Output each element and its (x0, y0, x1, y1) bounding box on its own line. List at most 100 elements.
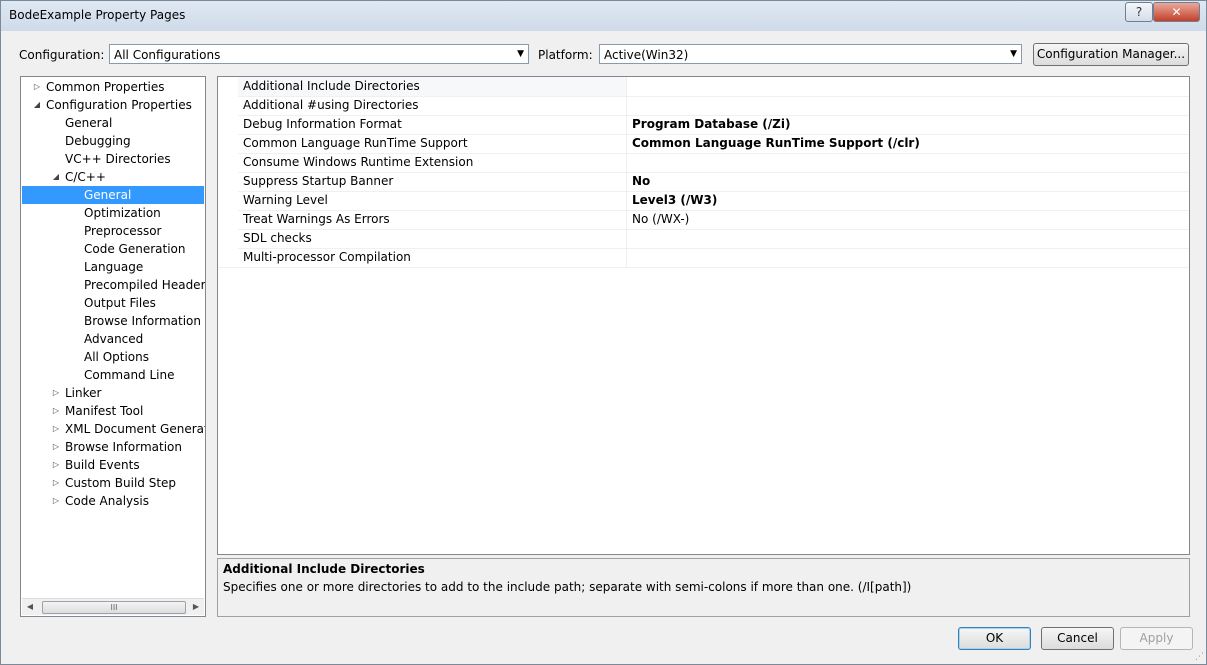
tree-item[interactable]: ◢ Configuration Properties (21, 96, 205, 114)
tree-item[interactable]: ▷ XML Document Generator (21, 420, 205, 438)
configuration-manager-label: Configuration Manager... (1036, 47, 1186, 61)
scroll-thumb-grip: III (110, 603, 118, 612)
platform-value: Active(Win32) (604, 48, 689, 62)
property-value[interactable] (628, 153, 1188, 172)
property-row[interactable]: Debug Information Format Program Database… (218, 115, 1189, 135)
tree-item-label: Precompiled Headers (84, 278, 206, 292)
property-name[interactable]: Warning Level (238, 191, 627, 210)
tree-item[interactable]: Language (21, 258, 205, 276)
property-row[interactable]: Additional #using Directories (218, 96, 1189, 116)
tree-item[interactable]: ▷ Manifest Tool (21, 402, 205, 420)
ok-button[interactable]: OK (958, 627, 1031, 650)
tree-item[interactable]: Advanced (21, 330, 205, 348)
row-gutter (218, 115, 238, 134)
property-value[interactable] (628, 229, 1188, 248)
row-gutter (218, 248, 238, 267)
property-value[interactable] (628, 248, 1188, 267)
property-name[interactable]: SDL checks (238, 229, 627, 248)
tree-horizontal-scrollbar[interactable]: ◀ III ▶ (22, 598, 204, 615)
tree-item[interactable]: ▷ Browse Information (21, 438, 205, 456)
property-value[interactable]: No (/WX-) (628, 210, 1188, 229)
tree-item-label: Custom Build Step (65, 476, 177, 490)
expand-arrow-icon[interactable]: ▷ (51, 420, 61, 438)
tree-item[interactable]: ▷ Build Events (21, 456, 205, 474)
tree-item[interactable]: VC++ Directories (21, 150, 205, 168)
configuration-dropdown[interactable]: All Configurations ▼ (109, 44, 529, 64)
close-button[interactable]: ✕ (1153, 2, 1200, 22)
cancel-button[interactable]: Cancel (1041, 627, 1114, 650)
property-value[interactable]: No (628, 172, 1188, 191)
property-row[interactable]: Multi-processor Compilation (218, 248, 1189, 268)
help-button[interactable]: ? (1125, 2, 1153, 22)
tree-item[interactable]: Preprocessor (21, 222, 205, 240)
row-gutter (218, 210, 238, 229)
description-text: Specifies one or more directories to add… (223, 580, 912, 594)
tree-item[interactable]: Debugging (21, 132, 205, 150)
property-row[interactable]: Treat Warnings As Errors No (/WX-) (218, 210, 1189, 230)
property-value[interactable]: Common Language RunTime Support (/clr) (628, 134, 1188, 153)
tree-item[interactable]: Precompiled Headers (21, 276, 205, 294)
property-name[interactable]: Multi-processor Compilation (238, 248, 627, 267)
scroll-left-icon[interactable]: ◀ (22, 599, 38, 615)
property-row[interactable]: Suppress Startup Banner No (218, 172, 1189, 192)
expand-arrow-icon[interactable]: ▷ (51, 456, 61, 474)
expand-arrow-icon[interactable]: ▷ (32, 78, 42, 96)
tree-item-label: All Options (84, 350, 149, 364)
tree-item[interactable]: ▷ Custom Build Step (21, 474, 205, 492)
property-name[interactable]: Consume Windows Runtime Extension (238, 153, 627, 172)
property-name[interactable]: Treat Warnings As Errors (238, 210, 627, 229)
tree-item[interactable]: General (22, 186, 204, 204)
property-grid[interactable]: Additional Include Directories Additional… (217, 76, 1190, 555)
tree-item-label: Optimization (84, 206, 161, 220)
scroll-thumb[interactable]: III (42, 601, 186, 614)
row-gutter (218, 172, 238, 191)
scroll-right-icon[interactable]: ▶ (188, 599, 204, 615)
tree-item[interactable]: Output Files (21, 294, 205, 312)
expand-arrow-icon[interactable]: ▷ (51, 492, 61, 510)
tree-item[interactable]: Browse Information (21, 312, 205, 330)
property-value[interactable]: Program Database (/Zi) (628, 115, 1188, 134)
expand-arrow-icon[interactable]: ▷ (51, 438, 61, 456)
configuration-manager-button[interactable]: Configuration Manager... (1033, 43, 1189, 66)
tree-item[interactable]: ▷ Common Properties (21, 78, 205, 96)
platform-dropdown[interactable]: Active(Win32) ▼ (599, 44, 1022, 64)
property-value[interactable] (628, 77, 1188, 96)
property-tree[interactable]: ◀ III ▶ ▷ Common Properties ◢ Configuration… (20, 76, 206, 617)
expand-arrow-icon[interactable]: ▷ (51, 474, 61, 492)
property-name[interactable]: Additional Include Directories (238, 77, 627, 96)
tree-item-label: Output Files (84, 296, 156, 310)
tree-item[interactable]: Command Line (21, 366, 205, 384)
title-bar[interactable]: BodeExample Property Pages ? ✕ (1, 1, 1206, 31)
row-gutter (218, 191, 238, 210)
expand-arrow-icon[interactable]: ▷ (51, 384, 61, 402)
tree-item-label: Command Line (84, 368, 175, 382)
property-name[interactable]: Suppress Startup Banner (238, 172, 627, 191)
property-value[interactable] (628, 96, 1188, 115)
expand-arrow-icon[interactable]: ▷ (51, 402, 61, 420)
property-row[interactable]: SDL checks (218, 229, 1189, 249)
property-name[interactable]: Common Language RunTime Support (238, 134, 627, 153)
property-name[interactable]: Debug Information Format (238, 115, 627, 134)
tree-item-label: Configuration Properties (46, 98, 192, 112)
collapse-arrow-icon[interactable]: ◢ (32, 96, 42, 114)
tree-item[interactable]: ▷ Code Analysis (21, 492, 205, 510)
tree-item-label: Linker (65, 386, 102, 400)
property-row[interactable]: Warning Level Level3 (/W3) (218, 191, 1189, 211)
tree-item[interactable]: Optimization (21, 204, 205, 222)
window-title: BodeExample Property Pages (9, 8, 186, 22)
property-name[interactable]: Additional #using Directories (238, 96, 627, 115)
tree-item-label: General (65, 116, 113, 130)
property-row[interactable]: Additional Include Directories (218, 77, 1189, 97)
tree-item[interactable]: General (21, 114, 205, 132)
property-row[interactable]: Consume Windows Runtime Extension (218, 153, 1189, 173)
resize-grip-icon[interactable]: ⋰ (1195, 652, 1204, 662)
property-value[interactable]: Level3 (/W3) (628, 191, 1188, 210)
property-row[interactable]: Common Language RunTime Support Common La… (218, 134, 1189, 154)
tree-item[interactable]: ◢ C/C++ (21, 168, 205, 186)
collapse-arrow-icon[interactable]: ◢ (51, 168, 61, 186)
apply-button[interactable]: Apply (1120, 627, 1193, 650)
tree-item[interactable]: ▷ Linker (21, 384, 205, 402)
tree-item[interactable]: Code Generation (21, 240, 205, 258)
tree-item[interactable]: All Options (21, 348, 205, 366)
dropdown-arrow-icon: ▼ (517, 49, 524, 59)
